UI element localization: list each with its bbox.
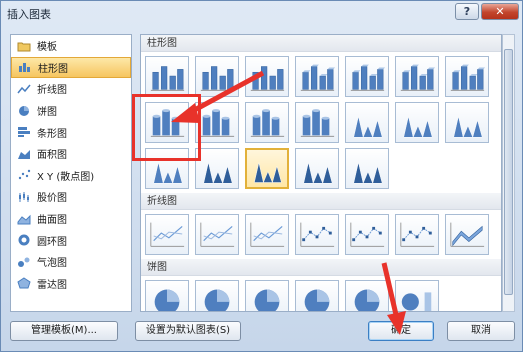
chart-thumb-3d-line[interactable]: [445, 214, 489, 255]
sidebar-item-label: 股价图: [37, 193, 67, 205]
pie-chart-grid: [141, 276, 501, 311]
sidebar-item-pie-chart[interactable]: 饼图: [11, 100, 131, 122]
chart-thumb-clustered-pyramid[interactable]: [195, 148, 239, 189]
doughnut-chart-icon: [17, 234, 31, 246]
bubble-chart-icon: [17, 256, 31, 268]
section-header-line: 折线图: [141, 193, 501, 210]
chart-thumb-pie-of-pie[interactable]: [245, 280, 289, 311]
chart-thumb-3d-cylinder[interactable]: [295, 102, 339, 143]
chart-thumb-exploded-pie[interactable]: [295, 280, 339, 311]
sidebar-item-label: 条形图: [37, 128, 67, 140]
cancel-button[interactable]: 取消: [447, 321, 515, 341]
chart-thumb-clustered-column[interactable]: [145, 56, 189, 97]
sidebar-item-doughnut-chart[interactable]: 圆环图: [11, 229, 131, 251]
sidebar-item-column-chart[interactable]: 柱形图: [11, 56, 131, 79]
chart-thumb-3d-stacked-column[interactable]: [345, 56, 389, 97]
sidebar-item-label: 柱形图: [38, 63, 68, 75]
chart-thumb-100-stacked-column[interactable]: [245, 56, 289, 97]
set-default-chart-button[interactable]: 设置为默认图表(S): [135, 321, 241, 341]
sidebar-item-scatter-chart[interactable]: X Y (散点图): [11, 165, 131, 187]
close-button[interactable]: ✕: [481, 3, 519, 20]
chart-thumb-stacked-cylinder[interactable]: [195, 102, 239, 143]
sidebar-item-label: X Y (散点图): [37, 171, 95, 183]
manage-templates-button[interactable]: 管理模板(M)...: [10, 321, 118, 341]
chart-thumb-stacked-cone[interactable]: [395, 102, 439, 143]
chart-thumb-3d-clustered-column[interactable]: [295, 56, 339, 97]
sidebar-item-label: 曲面图: [37, 215, 67, 227]
sidebar-item-label: 气泡图: [37, 258, 67, 270]
chart-type-list: 模板柱形图折线图饼图条形图面积图 X Y (散点图) 股价图曲面图圆环图气泡图雷达图: [10, 34, 132, 312]
folder-icon: [17, 40, 31, 52]
radar-chart-icon: [17, 277, 31, 289]
scatter-chart-icon: [17, 169, 31, 181]
chart-thumb-stacked-line[interactable]: [195, 214, 239, 255]
sidebar-item-folder[interactable]: 模板: [11, 35, 131, 57]
area-chart-icon: [17, 148, 31, 160]
chart-thumb-3d-100-stacked-column[interactable]: [395, 56, 439, 97]
chart-thumb-3d-exploded-pie[interactable]: [345, 280, 389, 311]
sidebar-item-bar-chart[interactable]: 条形图: [11, 121, 131, 143]
chart-thumb-3d-column[interactable]: [445, 56, 489, 97]
help-button[interactable]: ?: [455, 3, 479, 20]
ok-button[interactable]: 确定: [368, 321, 434, 341]
chart-thumb-stacked-line-markers[interactable]: [345, 214, 389, 255]
chart-thumb-line[interactable]: [145, 214, 189, 255]
chart-thumb-100-stacked-cylinder[interactable]: [245, 102, 289, 143]
chart-thumb-pie[interactable]: [145, 280, 189, 311]
section-header-pie: 饼图: [141, 259, 501, 276]
chart-thumb-100-stacked-cone[interactable]: [445, 102, 489, 143]
sidebar-item-label: 圆环图: [37, 236, 67, 248]
sidebar-item-label: 雷达图: [37, 279, 67, 291]
insert-chart-dialog: 插入图表 ? ✕ 模板 柱形图 折线图 饼图 条形图 面积图 X Y (散点图) 股价图 曲面图…: [0, 0, 523, 352]
surface-chart-icon: [17, 213, 31, 225]
chart-thumb-3d-pie[interactable]: [195, 280, 239, 311]
sidebar-item-area-chart[interactable]: 面积图: [11, 143, 131, 165]
chart-thumb-stacked-column[interactable]: [195, 56, 239, 97]
sidebar-item-line-chart[interactable]: 折线图: [11, 78, 131, 100]
sidebar-item-label: 模板: [37, 42, 57, 54]
chart-thumb-clustered-cone[interactable]: [345, 102, 389, 143]
stock-chart-icon: [17, 191, 31, 203]
chart-thumb-3d-pyramid[interactable]: [345, 148, 389, 189]
sidebar-item-label: 折线图: [37, 85, 67, 97]
sidebar-item-surface-chart[interactable]: 曲面图: [11, 208, 131, 230]
sidebar-item-stock-chart[interactable]: 股价图: [11, 186, 131, 208]
highlight-box: [132, 94, 201, 161]
dialog-title: 插入图表: [7, 8, 51, 21]
vertical-scrollbar[interactable]: [502, 34, 515, 312]
chart-thumb-100-stacked-pyramid[interactable]: [295, 148, 339, 189]
chart-thumb-100-stacked-line[interactable]: [245, 214, 289, 255]
sidebar-item-bubble-chart[interactable]: 气泡图: [11, 251, 131, 273]
sidebar-item-label: 面积图: [37, 150, 67, 162]
chart-gallery: 柱形图 折线图 饼图: [140, 34, 502, 312]
column-chart-icon: [18, 61, 32, 73]
sidebar-item-label: 饼图: [37, 107, 57, 119]
chart-thumb-bar-of-pie[interactable]: [395, 280, 439, 311]
chart-thumb-100-stacked-line-markers[interactable]: [395, 214, 439, 255]
title-bar: 插入图表 ? ✕: [1, 1, 522, 25]
line-chart-grid: [141, 210, 501, 259]
chart-thumb-stacked-pyramid[interactable]: [245, 148, 289, 189]
scrollbar-thumb[interactable]: [504, 49, 513, 295]
section-header-column: 柱形图: [141, 35, 501, 52]
chart-thumb-line-markers[interactable]: [295, 214, 339, 255]
sidebar-item-radar-chart[interactable]: 雷达图: [11, 273, 131, 295]
pie-chart-icon: [17, 105, 31, 117]
bar-chart-icon: [17, 126, 31, 138]
line-chart-icon: [17, 83, 31, 95]
